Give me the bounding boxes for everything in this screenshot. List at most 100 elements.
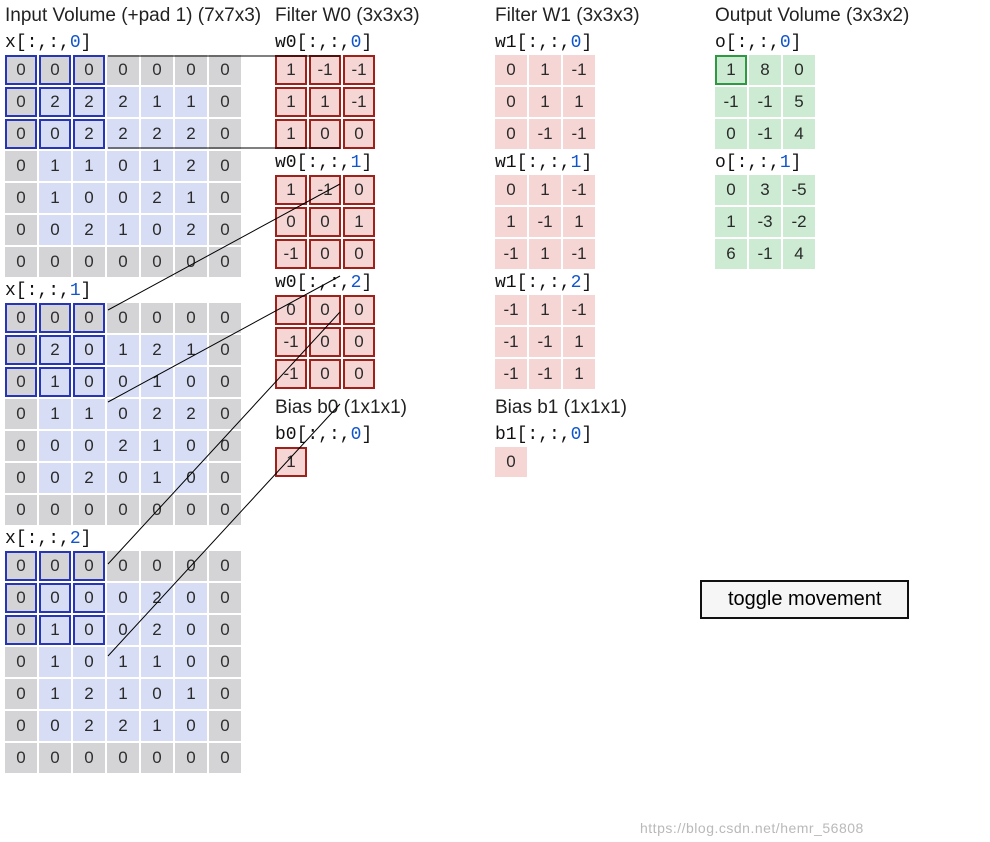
x2-cell: 0 xyxy=(5,711,37,741)
x2-cell: 1 xyxy=(141,647,173,677)
o1-cell: -2 xyxy=(783,207,815,237)
w00-cell: 0 xyxy=(343,119,375,149)
x0-cell: 2 xyxy=(107,119,139,149)
x2-cell: 0 xyxy=(175,711,207,741)
x2-cell: 0 xyxy=(209,551,241,581)
x1-cell: 0 xyxy=(209,335,241,365)
x2-cell: 0 xyxy=(73,583,105,613)
x0-cell: 1 xyxy=(141,87,173,117)
x1-cell: 2 xyxy=(73,463,105,493)
x1-cell: 1 xyxy=(175,335,207,365)
x0-cell: 1 xyxy=(73,151,105,181)
w00-cell: 0 xyxy=(309,119,341,149)
x1-cell: 1 xyxy=(141,463,173,493)
x1-cell: 2 xyxy=(141,399,173,429)
b0-grid: 1 xyxy=(275,447,475,477)
w00-cell: -1 xyxy=(343,55,375,85)
input-slice1-label: x[:,:,1] xyxy=(5,281,255,301)
x2-cell: 0 xyxy=(175,615,207,645)
x0-cell: 1 xyxy=(175,87,207,117)
o0-cell: 8 xyxy=(749,55,781,85)
b1-grid: 0 xyxy=(495,447,695,477)
x2-cell: 0 xyxy=(107,583,139,613)
output-column: Output Volume (3x3x2) o[:,:,0] 180-1-150… xyxy=(715,5,935,269)
x1-cell: 0 xyxy=(39,463,71,493)
filter-w0-column: Filter W0 (3x3x3) w0[:,:,0] 1-1-111-1100… xyxy=(275,5,475,477)
output-slice0-label: o[:,:,0] xyxy=(715,33,935,53)
x0-cell: 0 xyxy=(175,247,207,277)
x0-cell: 0 xyxy=(107,55,139,85)
x2-cell: 2 xyxy=(73,711,105,741)
w12-cell: -1 xyxy=(495,327,527,357)
x2-cell: 0 xyxy=(175,551,207,581)
x1-cell: 0 xyxy=(73,431,105,461)
w10-cell: -1 xyxy=(529,119,561,149)
w10-cell: -1 xyxy=(563,55,595,85)
b0-label: b0[:,:,0] xyxy=(275,425,475,445)
x1-cell: 1 xyxy=(39,399,71,429)
x0-cell: 0 xyxy=(5,183,37,213)
w11-cell: 1 xyxy=(529,239,561,269)
o0-cell: 0 xyxy=(715,119,747,149)
toggle-movement-button[interactable]: toggle movement xyxy=(700,580,909,619)
x0-cell: 2 xyxy=(73,215,105,245)
w02-cell: 0 xyxy=(309,327,341,357)
w12-cell: -1 xyxy=(529,327,561,357)
w02-cell: -1 xyxy=(275,327,307,357)
w01-cell: 0 xyxy=(343,239,375,269)
w12-cell: 1 xyxy=(563,327,595,357)
x1-cell: 0 xyxy=(39,495,71,525)
w02-cell: 0 xyxy=(275,295,307,325)
output-slice1-grid: 03-51-3-26-14 xyxy=(715,175,935,269)
x1-cell: 0 xyxy=(5,431,37,461)
x1-cell: 0 xyxy=(141,303,173,333)
w0-slice0-grid: 1-1-111-1100 xyxy=(275,55,475,149)
w01-cell: 0 xyxy=(309,239,341,269)
input-slice1-grid: 0000000020121001001000110220000210000201… xyxy=(5,303,255,525)
x1-cell: 0 xyxy=(209,303,241,333)
x2-cell: 0 xyxy=(107,551,139,581)
x0-cell: 1 xyxy=(39,151,71,181)
x0-cell: 0 xyxy=(209,215,241,245)
x2-cell: 1 xyxy=(39,615,71,645)
x2-cell: 0 xyxy=(5,551,37,581)
input-header: Input Volume (+pad 1) (7x7x3) xyxy=(5,5,255,27)
x0-cell: 0 xyxy=(5,87,37,117)
w11-cell: -1 xyxy=(563,175,595,205)
w0-slice1-grid: 1-10001-100 xyxy=(275,175,475,269)
x0-cell: 2 xyxy=(39,87,71,117)
x0-cell: 0 xyxy=(5,215,37,245)
watermark-text: https://blog.csdn.net/hemr_56808 xyxy=(640,820,864,836)
w1-header: Filter W1 (3x3x3) xyxy=(495,5,695,27)
x0-cell: 2 xyxy=(107,87,139,117)
x0-cell: 0 xyxy=(175,55,207,85)
w02-cell: 0 xyxy=(343,359,375,389)
w01-cell: -1 xyxy=(275,239,307,269)
x2-cell: 0 xyxy=(209,743,241,773)
x2-cell: 0 xyxy=(39,711,71,741)
o0-cell: -1 xyxy=(749,87,781,117)
w02-cell: 0 xyxy=(309,295,341,325)
w01-cell: 0 xyxy=(343,175,375,205)
x2-cell: 0 xyxy=(5,743,37,773)
w00-cell: -1 xyxy=(343,87,375,117)
w10-cell: 0 xyxy=(495,55,527,85)
x2-cell: 0 xyxy=(141,679,173,709)
x0-cell: 0 xyxy=(73,183,105,213)
x0-cell: 0 xyxy=(141,215,173,245)
input-slice0-grid: 0000000022211000222200110120010021000210… xyxy=(5,55,255,277)
w1-slice0-grid: 01-10110-1-1 xyxy=(495,55,695,149)
w01-cell: 0 xyxy=(309,207,341,237)
w11-cell: -1 xyxy=(529,207,561,237)
w11-cell: -1 xyxy=(563,239,595,269)
x0-cell: 0 xyxy=(5,119,37,149)
input-slice2-label: x[:,:,2] xyxy=(5,529,255,549)
o1-cell: 0 xyxy=(715,175,747,205)
x1-cell: 1 xyxy=(141,431,173,461)
x0-cell: 0 xyxy=(209,119,241,149)
x1-cell: 0 xyxy=(175,431,207,461)
x2-cell: 0 xyxy=(209,583,241,613)
x1-cell: 0 xyxy=(107,367,139,397)
input-volume-column: Input Volume (+pad 1) (7x7x3) x[:,:,0] 0… xyxy=(5,5,255,773)
x1-cell: 0 xyxy=(107,399,139,429)
